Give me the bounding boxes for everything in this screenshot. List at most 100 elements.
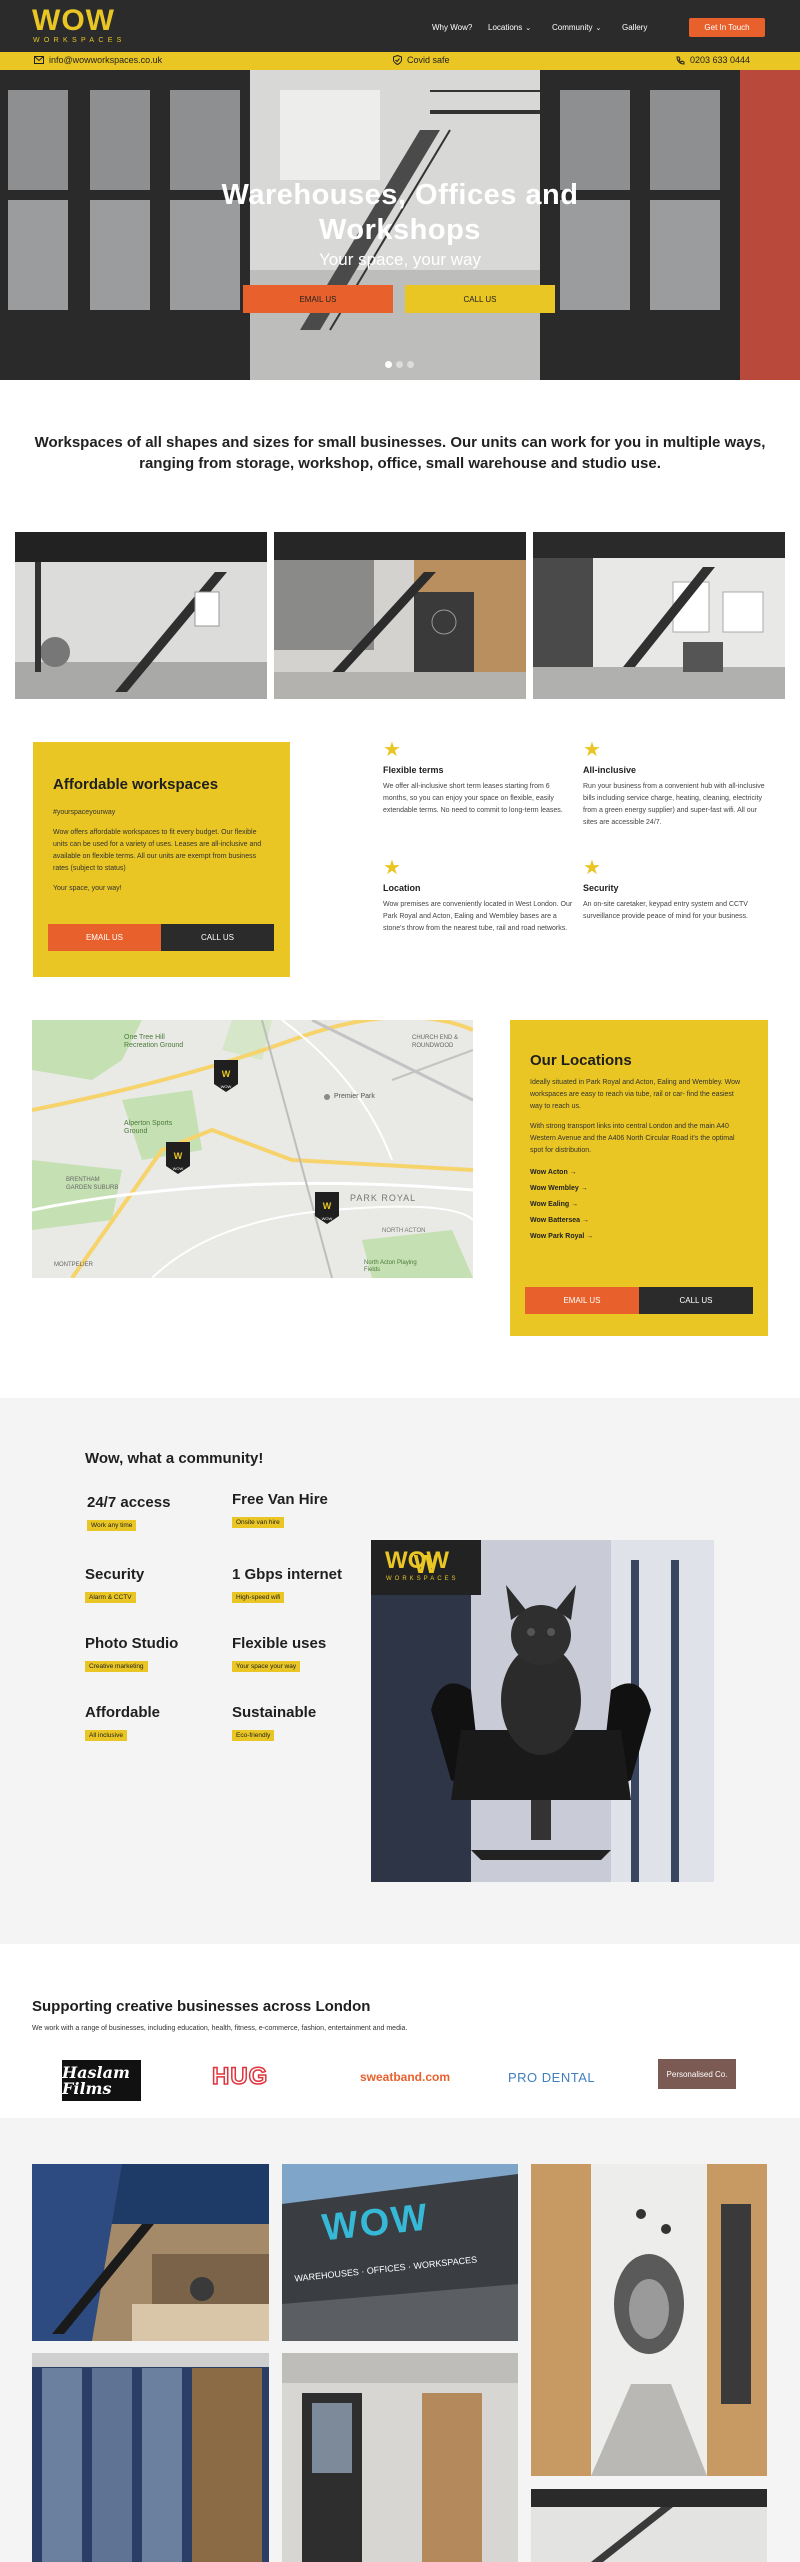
star-icon: ★ <box>583 739 601 761</box>
gallery-photo[interactable]: WOW WAREHOUSES · OFFICES · WORKSPACES <box>282 2164 518 2341</box>
feature-title: Flexible terms <box>383 765 444 775</box>
community-feature-title: Sustainable <box>232 1704 317 1721</box>
community-feature-title: Affordable <box>85 1704 160 1721</box>
hero-carousel[interactable]: Warehouses, Offices and Workshops Your s… <box>0 70 800 380</box>
covid-safe[interactable]: Covid safe <box>393 55 450 65</box>
map-label: CHURCH END & ROUNDWOOD <box>412 1035 459 1049</box>
unit-interior-image <box>15 532 267 699</box>
location-link-park-royal[interactable]: Wow Park Royal → <box>530 1229 748 1245</box>
logo-word: WOW <box>32 4 115 37</box>
unit-interior-image <box>533 532 785 699</box>
hero-call-button[interactable]: CALL US <box>405 285 555 313</box>
covid-text: Covid safe <box>407 55 450 65</box>
community-feature: Security Alarm & CCTV <box>85 1566 144 1604</box>
community-badge: Work any time <box>87 1520 137 1531</box>
email-text: info@wowworkspaces.co.uk <box>49 55 163 65</box>
map-pin-label: WOW <box>220 1084 232 1089</box>
locations-box: Our Locations Ideally situated in Park R… <box>510 1020 768 1336</box>
hero-title-line: Workshops <box>319 214 481 246</box>
nav-community[interactable]: Community ⌄ <box>552 23 601 32</box>
locations-p1: Ideally situated in Park Royal and Acton… <box>530 1079 741 1110</box>
hero-email-button[interactable]: EMAIL US <box>243 285 393 313</box>
community-badge: Eco-friendly <box>232 1730 275 1741</box>
gallery-photo[interactable] <box>15 532 267 699</box>
mail-icon <box>34 56 44 64</box>
get-in-touch-button[interactable]: Get In Touch <box>689 18 765 37</box>
map-pin-label: WOW <box>172 1166 184 1171</box>
location-link-wembley[interactable]: Wow Wembley → <box>530 1181 748 1197</box>
gallery-photo[interactable] <box>533 532 785 699</box>
hero-title-line: Warehouses, Offices and <box>221 179 579 211</box>
map-label: Alperton Sports Ground <box>124 1120 173 1135</box>
location-link-acton[interactable]: Wow Acton → <box>530 1165 748 1181</box>
community-badge: Creative marketing <box>85 1661 148 1672</box>
client-logo-pro-dental: PRO DENTAL <box>508 2070 596 2085</box>
client-logo-personalised: Personalised Co. <box>658 2059 736 2089</box>
nav-label: Gallery <box>622 23 648 32</box>
client-logo-haslam: Haslam Films <box>62 2060 141 2101</box>
stair-interior-image <box>531 2489 767 2562</box>
workshop-interior-image <box>282 2353 518 2562</box>
map-label: MONTPELIER <box>54 1262 94 1268</box>
location-link-battersea[interactable]: Wow Battersea → <box>530 1213 748 1229</box>
location-link-ealing[interactable]: Wow Ealing → <box>530 1197 748 1213</box>
hero-title: Warehouses, Offices and Workshops <box>200 178 600 248</box>
svg-text:W: W <box>174 1151 183 1161</box>
supporting-subtitle: We work with a range of businesses, incl… <box>32 2025 408 2032</box>
client-logo-sweatband: sweatband.com <box>360 2070 451 2084</box>
feature-body: Wow premises are conveniently located in… <box>383 901 573 932</box>
nav-why-wow[interactable]: Why Wow? <box>432 23 472 32</box>
locations-call-button[interactable]: CALL US <box>639 1287 753 1314</box>
community-feature: Sustainable Eco-friendly <box>232 1704 316 1742</box>
feature-title: All-inclusive <box>583 765 637 775</box>
nav-gallery[interactable]: Gallery <box>622 23 647 32</box>
feature-title: Location <box>383 883 421 893</box>
logo[interactable]: WOW WORKSPACES <box>32 6 126 45</box>
feature-body: An on-site caretaker, keypad entry syste… <box>583 901 748 920</box>
community-badge: All inclusive <box>85 1730 127 1741</box>
email-link[interactable]: info@wowworkspaces.co.uk <box>34 55 162 65</box>
community-title: Wow, what a community! <box>85 1450 264 1467</box>
dog-photo-logo: WOW WORKSPACES <box>371 1540 481 1595</box>
dog-photo-logo-sub: WORKSPACES <box>386 1576 459 1582</box>
locations-map[interactable]: W W W One Tree Hill Recreation Ground CH… <box>32 1020 473 1278</box>
map-label: NORTH ACTON <box>382 1228 426 1234</box>
affordable-email-button[interactable]: EMAIL US <box>48 924 161 951</box>
gallery-photo[interactable] <box>531 2164 767 2476</box>
community-feature: Flexible uses Your space your way <box>232 1635 326 1673</box>
nav-label: Community <box>552 23 593 32</box>
dog-photo-logo-word: WOW <box>385 1547 449 1574</box>
hero-subtitle: Your space, your way <box>319 250 481 269</box>
svg-text:W: W <box>222 1069 231 1079</box>
star-icon: ★ <box>583 857 601 879</box>
map-label: North Acton Playing Fields <box>364 1260 417 1273</box>
gallery-photo[interactable] <box>274 532 526 699</box>
nav-locations[interactable]: Locations ⌄ <box>488 23 531 32</box>
community-badge: Onsite van hire <box>232 1517 284 1528</box>
feature-flexible-terms: ★ Flexible terms We offer all-inclusive … <box>383 740 573 817</box>
gallery-photo[interactable] <box>32 2353 269 2562</box>
locations-p2: With strong transport links into central… <box>530 1123 735 1154</box>
affordable-title: Affordable workspaces <box>53 776 219 793</box>
affordable-body: Wow offers affordable workspaces to fit … <box>53 829 262 872</box>
map-label: BRENTHAM GARDEN SUBURB <box>66 1177 119 1191</box>
logo-subtitle: WORKSPACES <box>33 37 126 44</box>
gallery-photo[interactable] <box>32 2164 269 2341</box>
carousel-dot[interactable] <box>396 361 403 368</box>
phone-link[interactable]: 0203 633 0444 <box>676 55 750 65</box>
locations-email-button[interactable]: EMAIL US <box>525 1287 639 1314</box>
feature-body: We offer all-inclusive short term leases… <box>383 783 563 814</box>
affordable-call-button[interactable]: CALL US <box>161 924 274 951</box>
community-feature-title: 1 Gbps internet <box>232 1566 343 1583</box>
carousel-dot[interactable] <box>385 361 392 368</box>
gallery-photo[interactable] <box>282 2353 518 2562</box>
svg-text:W: W <box>323 1201 332 1211</box>
feature-body: Run your business from a convenient hub … <box>583 783 765 826</box>
affordable-box: Affordable workspaces #yourspaceyourway … <box>33 742 290 977</box>
affordable-hashtag: #yourspaceyourway <box>53 809 116 816</box>
contact-strip: info@wowworkspaces.co.uk Covid safe 0203… <box>0 52 800 70</box>
unit-interior-image <box>274 532 526 699</box>
building-sign-image <box>282 2164 518 2341</box>
gallery-photo[interactable] <box>531 2489 767 2562</box>
carousel-dot[interactable] <box>407 361 414 368</box>
